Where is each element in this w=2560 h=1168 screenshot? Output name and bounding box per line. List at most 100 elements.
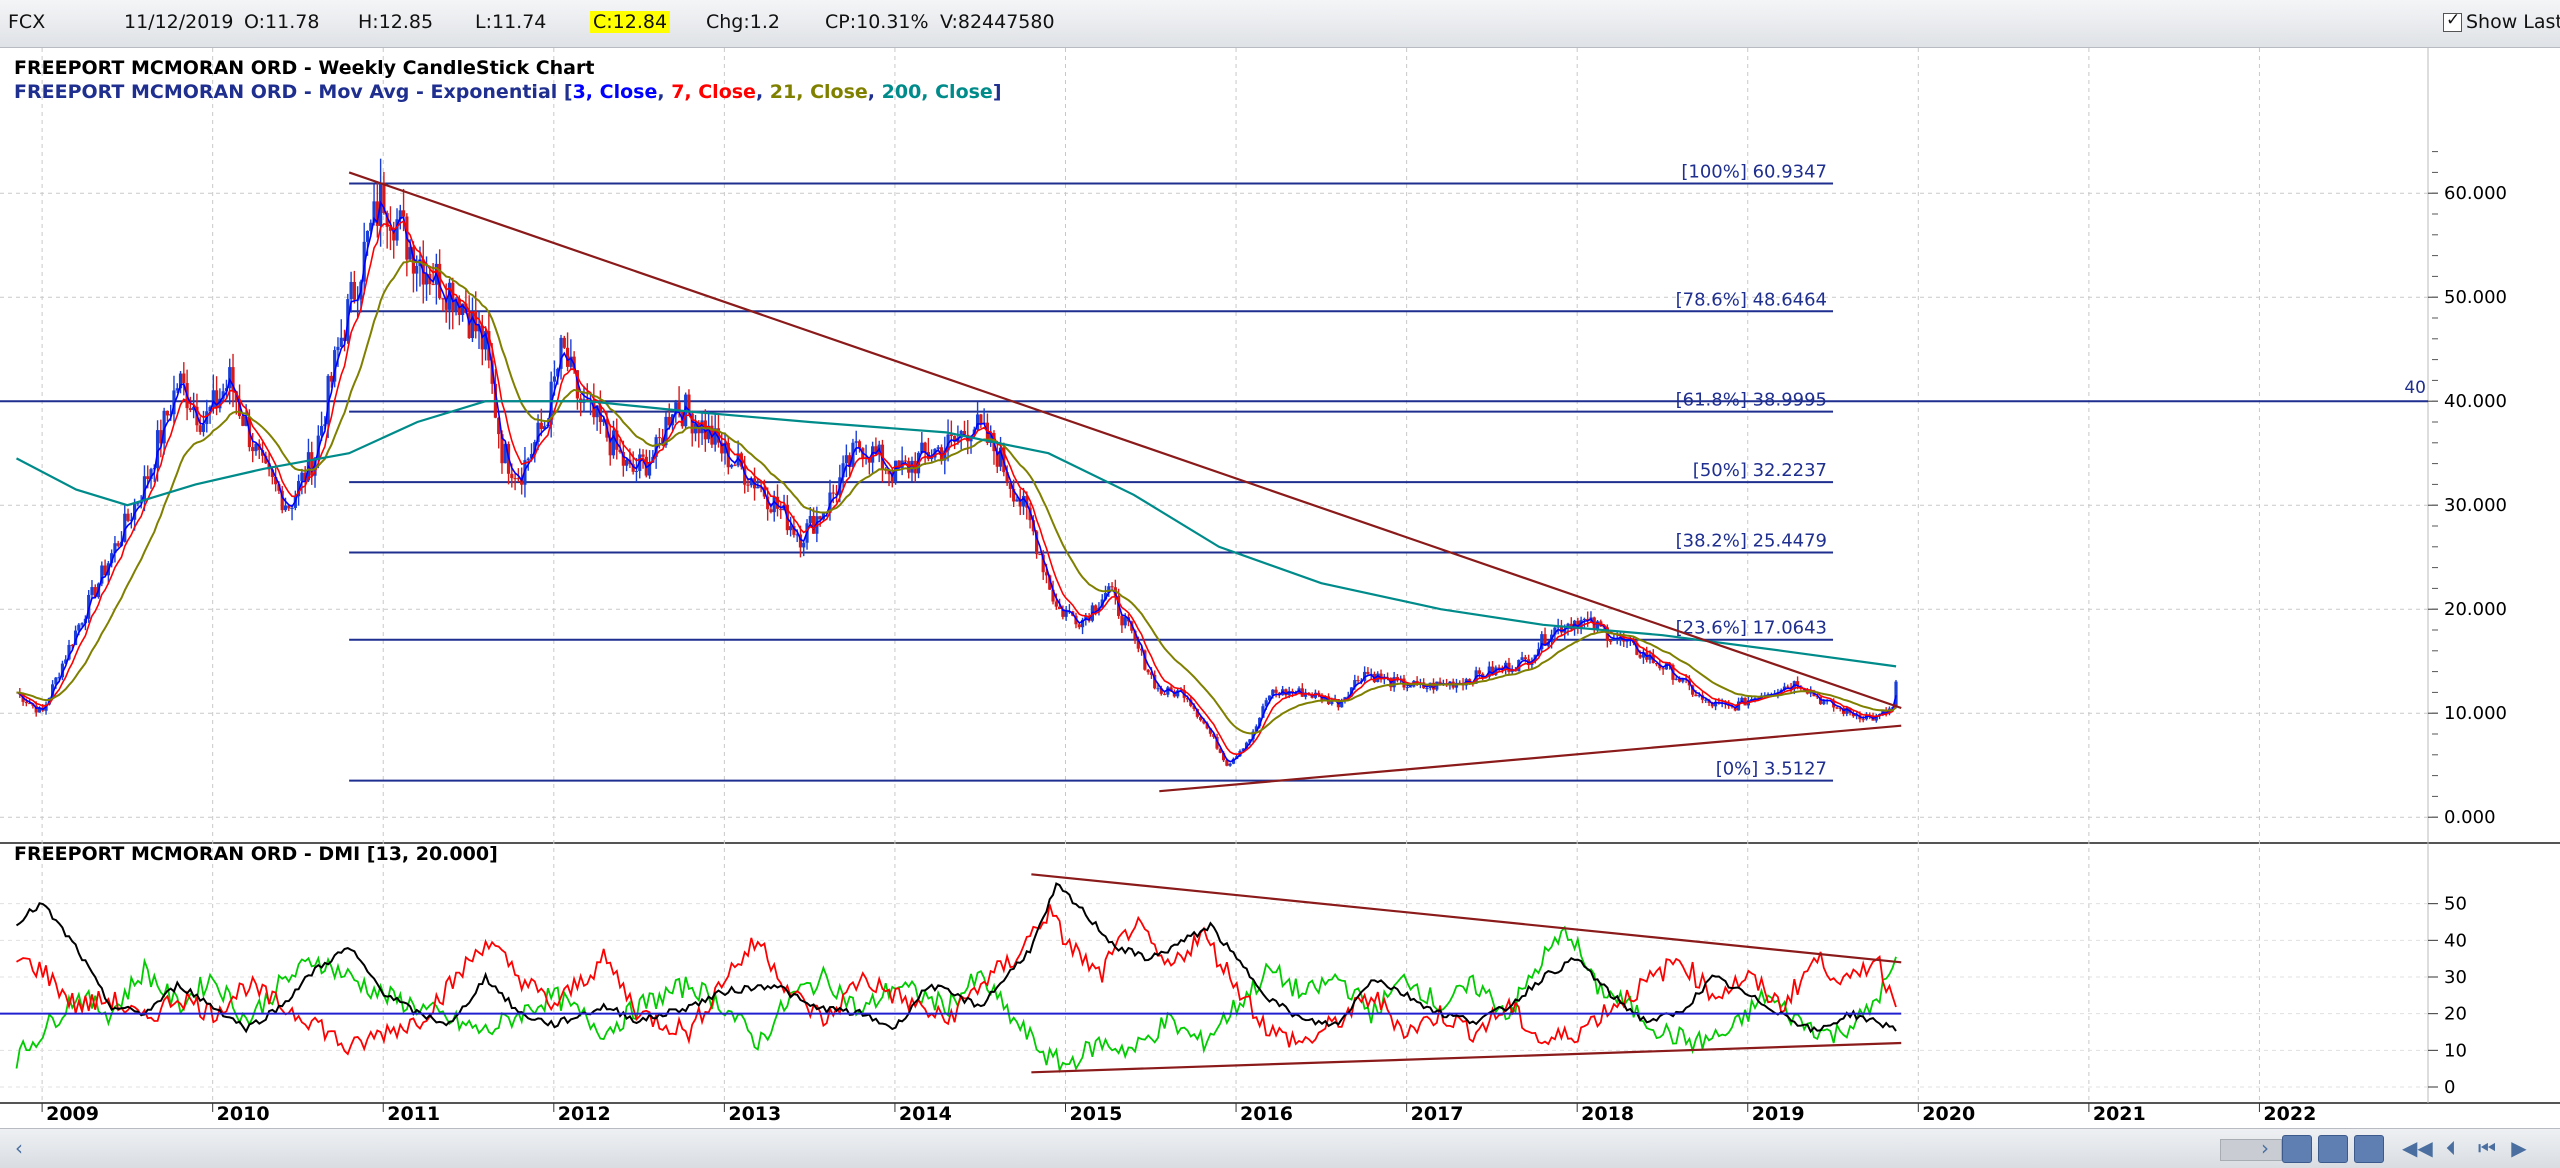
candle-body [625,459,629,466]
date-label: 11/12/2019 [124,11,234,33]
candle-body [729,464,734,468]
candle-body [1015,499,1019,502]
candle-body [857,441,862,449]
subtitle-ema-item: 21, Close [770,81,868,103]
subtitle-ema-item: 7, Close [671,81,756,103]
y-tick-label: 10.000 [2444,703,2507,724]
symbol-label: FCX [8,11,46,33]
zoom-in-tool-icon[interactable] [2282,1135,2312,1163]
candle-body [1835,707,1839,709]
candle-body [634,470,639,472]
candle-body [611,430,616,456]
candle-body [802,542,806,548]
candle-body [811,515,816,534]
candle-body [733,464,737,466]
candle-body [1356,680,1360,682]
candle-body [1694,694,1698,697]
candle-body [336,346,340,351]
rewind-icon[interactable]: ⏴ [2438,1135,2464,1161]
y-tick-label: 60.000 [2444,183,2507,204]
back-icon[interactable]: ⏮ [2474,1135,2500,1161]
horizontal-40-label: 40 [2404,378,2426,398]
candle-body [1523,657,1527,660]
x-tick-label: 2014 [899,1103,952,1125]
candle-body [552,376,557,382]
volume-label: V:82447580 [940,11,1055,33]
x-tick-label: 2018 [1581,1103,1634,1125]
zoom-out-tool-icon[interactable] [2318,1135,2348,1163]
y-tick-label: 0.000 [2444,807,2496,828]
subtitle-ema-item: 3, Close [573,81,658,103]
candle-body [283,505,288,511]
x-tick-label: 2011 [387,1103,440,1125]
chart-frame: [100%] 60.9347 [78.6%] 48.6464 [61.8%] 38.… [0,48,2560,1128]
candle-body [789,526,793,531]
price-chart-title: FREEPORT MCMORAN ORD - Weekly CandleStic… [14,57,594,79]
candle-body [1612,639,1616,641]
candle-body [779,508,783,511]
forward-icon[interactable]: ▶ [2506,1135,2532,1161]
candle-body [513,478,517,480]
price-chart-subtitle: FREEPORT MCMORAN ORD - Mov Avg - Exponen… [14,81,1002,103]
candle-body [90,587,94,595]
scroll-right-icon[interactable]: › [2252,1135,2278,1161]
candle-body [251,447,255,452]
candle-body [1162,693,1167,695]
candle-body [1110,586,1114,588]
x-tick-label: 2021 [2093,1103,2146,1125]
candle-body [923,442,927,453]
candle-body [1609,640,1613,642]
candle-body [854,441,858,443]
dmi-y-tick-label: 20 [2444,1004,2467,1025]
close-label: C:12.84 [590,11,671,33]
candle-body [1120,615,1124,626]
y-tick-label: 30.000 [2444,495,2507,516]
x-tick-label: 2009 [46,1103,99,1125]
candle-body [641,454,645,457]
x-tick-label: 2010 [217,1103,270,1125]
x-tick-label: 2019 [1752,1103,1805,1125]
low-label: L:11.74 [475,11,547,33]
candle-body [746,484,750,486]
candle-body [352,281,356,300]
y-tick-label: 40.000 [2444,391,2507,412]
dmi-y-tick-label: 40 [2444,930,2467,951]
show-last-checkbox[interactable] [2443,10,2462,32]
candle-body [1520,657,1524,660]
candle-body [188,408,192,410]
candle-body [1582,618,1586,621]
subtitle-prefix: FREEPORT MCMORAN ORD - Mov Avg - Exponen… [14,81,573,103]
scroll-left-icon[interactable]: ‹ [6,1135,32,1161]
fit-tool-icon[interactable] [2354,1135,2384,1163]
change-pct-label: CP:10.31% [825,11,929,33]
candle-body [1077,624,1081,628]
subtitle-suffix: ] [993,81,1002,103]
chart-svg[interactable]: [100%] 60.9347 [78.6%] 48.6464 [61.8%] 38.… [0,48,2560,1128]
first-page-icon[interactable]: ◀◀ [2402,1135,2433,1161]
candle-body [1123,617,1127,626]
candle-body [146,476,150,479]
candle-body [979,414,983,425]
show-last-label: Show Last [2466,11,2560,33]
fib-level-label: [23.6%] 17.0643 [1676,618,1827,639]
x-tick-label: 2015 [1069,1103,1122,1125]
candle-body [1054,601,1058,607]
candle-body [1425,688,1429,690]
candle-body [349,281,353,300]
candle-body [1146,669,1150,673]
candle-body [526,458,530,461]
candle-body [772,496,776,513]
fib-level-label: [61.8%] 38.9995 [1676,390,1827,411]
candle-body [1661,668,1665,670]
candle-body [470,311,475,339]
subtitle-separator: , [868,81,882,103]
candle-body [241,416,245,426]
candle-body [165,410,170,416]
fib-level-label: [0%] 3.5127 [1716,759,1827,780]
candle-body [1477,670,1482,674]
candle-body [339,337,343,347]
subtitle-separator: , [756,81,770,103]
candle-body [562,337,566,348]
candle-body [1064,611,1068,617]
candle-body [903,460,908,462]
